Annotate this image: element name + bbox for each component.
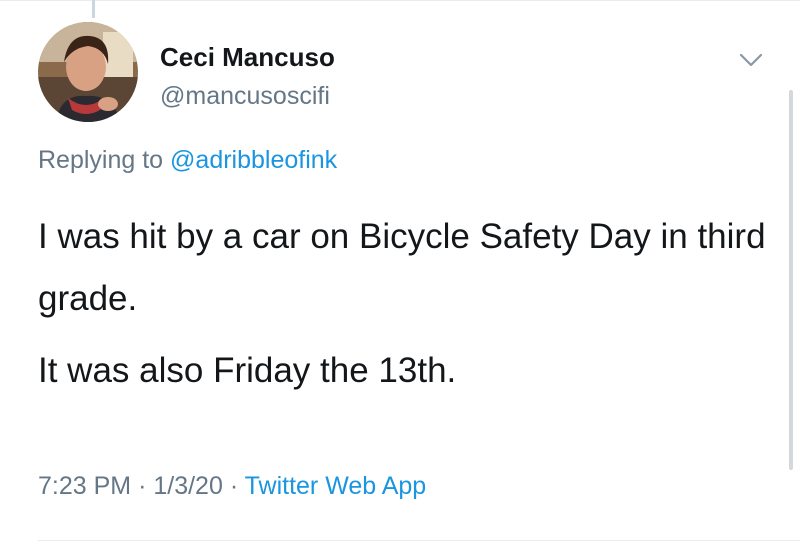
tweet-meta: 7:23 PM · 1/3/20 · Twitter Web App <box>38 472 426 501</box>
replying-to-label: Replying to <box>38 146 164 174</box>
reply-mention-link[interactable]: @adribbleofink <box>170 146 337 174</box>
author-handle[interactable]: @mancusoscifi <box>160 82 330 111</box>
tweet-time[interactable]: 7:23 PM <box>38 472 131 500</box>
tweet-source-link[interactable]: Twitter Web App <box>245 472 427 500</box>
meta-separator: · <box>138 472 147 500</box>
thread-connector-line <box>92 0 95 18</box>
top-divider <box>0 0 800 1</box>
tweet-paragraph: I was hit by a car on Bicycle Safety Day… <box>38 217 766 318</box>
tweet-paragraph: It was also Friday the 13th. <box>38 351 457 390</box>
replying-to-line: Replying to @adribbleofink <box>38 146 337 175</box>
meta-separator: · <box>229 472 239 500</box>
tweet-text: I was hit by a car on Bicycle Safety Day… <box>38 206 778 402</box>
avatar[interactable] <box>38 22 138 122</box>
chevron-down-icon[interactable] <box>738 50 764 70</box>
bottom-divider <box>38 540 800 541</box>
scrollbar[interactable] <box>789 90 793 470</box>
author-display-name[interactable]: Ceci Mancuso <box>160 42 335 73</box>
tweet-date[interactable]: 1/3/20 <box>153 472 223 500</box>
